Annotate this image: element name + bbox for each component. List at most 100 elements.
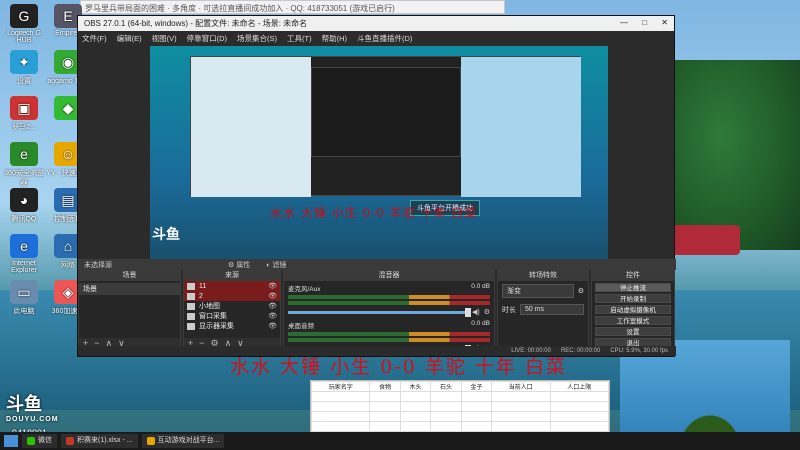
menu-douyu-plugin[interactable]: 斗鱼直播插件(D) bbox=[357, 33, 412, 43]
sheet-cell[interactable] bbox=[430, 411, 462, 422]
browser-tab[interactable]: 罗马里兵带局面的困难 · 多角度 · 可选拉直播间成功加入 · QQ: 4187… bbox=[80, 0, 505, 14]
sheet-cell[interactable] bbox=[369, 401, 401, 412]
sheet-column-header[interactable]: 食物 bbox=[369, 381, 401, 392]
sheet-cell[interactable] bbox=[549, 411, 609, 422]
sheet-cell[interactable] bbox=[399, 401, 432, 412]
taskbar-item[interactable]: 微信 bbox=[22, 434, 57, 448]
sheet-cell[interactable] bbox=[369, 411, 401, 422]
stop-streaming-button[interactable]: 停止推流 bbox=[595, 283, 671, 292]
sheet-cell[interactable] bbox=[310, 401, 371, 412]
gear-icon[interactable]: ⚙ bbox=[484, 308, 490, 316]
sheet-cell[interactable] bbox=[549, 391, 609, 402]
sheet-cell[interactable] bbox=[491, 421, 551, 432]
eye-icon[interactable]: 👁 bbox=[268, 292, 277, 300]
source-item[interactable]: 2 👁 bbox=[184, 291, 280, 301]
eye-icon[interactable]: 👁 bbox=[268, 312, 277, 320]
sheet-cell[interactable] bbox=[491, 401, 551, 412]
controls-header: 控件 bbox=[592, 271, 674, 281]
menu-tools[interactable]: 工具(T) bbox=[287, 33, 312, 43]
sheet-column-header[interactable]: 木头 bbox=[399, 381, 432, 392]
desktop-icon[interactable]: ✦ 设置 bbox=[2, 50, 46, 86]
sheet-cell[interactable] bbox=[491, 391, 551, 402]
sheet-cell[interactable] bbox=[399, 421, 432, 432]
menu-help[interactable]: 帮助(H) bbox=[322, 33, 347, 43]
sheet-cell[interactable] bbox=[460, 391, 493, 402]
filters-button[interactable]: ◐ 滤镜 bbox=[266, 262, 286, 269]
obs-menubar: 文件(F) 编辑(E) 视图(V) 停靠窗口(D) 场景集合(S) 工具(T) … bbox=[78, 31, 674, 44]
start-button[interactable] bbox=[4, 435, 18, 447]
sheet-cell[interactable] bbox=[460, 421, 493, 432]
desktop-icon[interactable]: e Internet Explorer bbox=[2, 234, 46, 274]
sheet-cell[interactable] bbox=[399, 391, 432, 402]
gear-icon[interactable]: ⚙ bbox=[578, 287, 584, 295]
source-item[interactable]: 显示器采集 👁 bbox=[184, 321, 280, 331]
taskbar-item-label: 积赛来(1).xlsx - ... bbox=[77, 437, 133, 444]
maximize-button[interactable]: □ bbox=[642, 18, 647, 27]
sheet-cell[interactable] bbox=[430, 421, 462, 432]
close-button[interactable]: ✕ bbox=[661, 18, 668, 27]
sheet-cell[interactable] bbox=[369, 421, 401, 432]
desktop-icon[interactable]: ◕ 腾讯QQ bbox=[2, 188, 46, 224]
volume-meter bbox=[288, 301, 490, 305]
eye-icon[interactable]: 👁 bbox=[268, 302, 277, 310]
obs-preview[interactable]: 斗鱼平台开播成功 水水 大锤 小生 0-0 羊驼 十年 白菜 斗鱼 bbox=[150, 46, 608, 266]
sheet-cell[interactable] bbox=[310, 391, 371, 402]
channel-db: 0.0 dB bbox=[471, 320, 490, 327]
sheet-cell[interactable] bbox=[399, 411, 432, 422]
scene-item[interactable]: 场景 bbox=[79, 283, 180, 295]
virtual-camera-button[interactable]: 启动虚拟摄像机 bbox=[595, 305, 671, 314]
source-item[interactable]: 小地图 👁 bbox=[184, 301, 280, 311]
taskbar-item[interactable]: 积赛来(1).xlsx - ... bbox=[61, 434, 138, 448]
properties-button[interactable]: ⚙ 属性 bbox=[228, 262, 250, 269]
sheet-cell[interactable] bbox=[460, 411, 493, 422]
eye-icon[interactable]: 👁 bbox=[268, 322, 277, 330]
source-item[interactable]: 11 👁 bbox=[184, 281, 280, 291]
obs-titlebar[interactable]: OBS 27.0.1 (64-bit, windows) - 配置文件: 未命名… bbox=[78, 16, 674, 31]
spreadsheet[interactable]: 玩家名字 食物 木头 石头 金子 当前人口 人口上限 bbox=[310, 380, 610, 440]
speaker-icon[interactable]: ◀) bbox=[472, 308, 480, 316]
sheet-column-header[interactable]: 玩家名字 bbox=[310, 381, 371, 392]
sheet-cell[interactable] bbox=[369, 391, 401, 402]
sheet-cell[interactable] bbox=[460, 401, 493, 412]
menu-scene-collection[interactable]: 场景集合(S) bbox=[237, 33, 277, 43]
duration-label: 时长 bbox=[502, 306, 516, 314]
source-item[interactable]: 窗口采集 👁 bbox=[184, 311, 280, 321]
menu-docks[interactable]: 停靠窗口(D) bbox=[187, 33, 227, 43]
desktop-icon-label: 此电脑 bbox=[13, 308, 35, 315]
studio-mode-button[interactable]: 工作室模式 bbox=[595, 316, 671, 325]
sheet-cell[interactable] bbox=[430, 401, 462, 412]
menu-edit[interactable]: 编辑(E) bbox=[117, 33, 142, 43]
desktop-icon[interactable]: ▣ 罗马2... bbox=[2, 96, 46, 132]
sheet-cell[interactable] bbox=[310, 421, 371, 432]
scenes-header: 场景 bbox=[79, 271, 180, 281]
menu-view[interactable]: 视图(V) bbox=[152, 33, 177, 43]
sheet-cell[interactable] bbox=[491, 411, 551, 422]
volume-slider[interactable] bbox=[288, 307, 471, 317]
transitions-dock: 转场特效 渐变 ⚙ 时长 50 ms bbox=[497, 270, 589, 350]
sheet-column-header[interactable]: 金子 bbox=[460, 381, 493, 392]
eye-icon[interactable]: 👁 bbox=[268, 282, 277, 290]
taskbar-item[interactable]: 互动游戏对战平台... bbox=[141, 434, 225, 448]
desktop-icon[interactable]: G Logitech G HUB bbox=[2, 4, 46, 44]
display-source-icon bbox=[187, 322, 195, 330]
desktop-icon[interactable]: ▭ 此电脑 bbox=[2, 280, 46, 316]
sheet-column-header[interactable]: 当前人口 bbox=[491, 381, 551, 392]
menu-file[interactable]: 文件(F) bbox=[82, 33, 107, 43]
desktop-icon-label: 网络 bbox=[61, 262, 75, 269]
sheet-cell[interactable] bbox=[549, 401, 609, 412]
desktop-icon[interactable]: e 360安全浏览器 bbox=[2, 142, 46, 188]
sheet-cell[interactable] bbox=[549, 421, 609, 432]
transition-select[interactable]: 渐变 bbox=[502, 284, 574, 298]
sources-dock: 来源 11 👁 2 👁 小地图 👁 窗口采集 👁 显示器采集 👁 +−⚙∧∨ bbox=[183, 270, 281, 350]
sheet-cell[interactable] bbox=[430, 391, 462, 402]
settings-button[interactable]: 设置 bbox=[595, 327, 671, 336]
minimize-button[interactable]: — bbox=[620, 18, 628, 27]
duration-input[interactable]: 50 ms bbox=[520, 304, 584, 315]
window-source-icon bbox=[187, 312, 195, 320]
sheet-cell[interactable] bbox=[310, 411, 371, 422]
settings-app-icon: ✦ bbox=[10, 50, 38, 74]
sheet-column-header[interactable]: 石头 bbox=[430, 381, 462, 392]
controls-dock: 控件 停止推流 开始录制 启动虚拟摄像机 工作室模式 设置 退出 bbox=[591, 270, 675, 350]
start-recording-button[interactable]: 开始录制 bbox=[595, 294, 671, 303]
sheet-column-header[interactable]: 人口上限 bbox=[549, 381, 609, 392]
